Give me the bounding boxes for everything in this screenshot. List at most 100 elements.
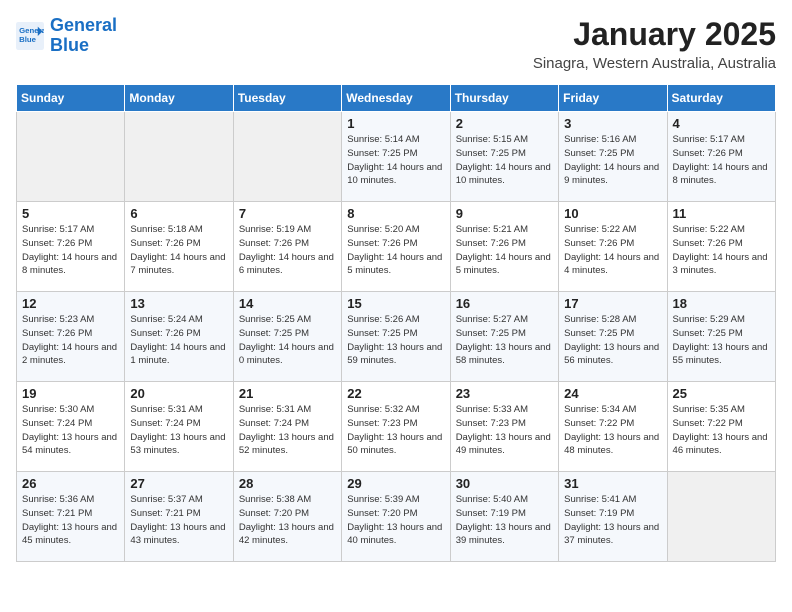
day-number: 2 — [456, 116, 553, 131]
day-info: Sunrise: 5:17 AMSunset: 7:26 PMDaylight:… — [673, 133, 770, 188]
logo: General Blue General Blue — [16, 16, 117, 56]
calendar-cell: 30 Sunrise: 5:40 AMSunset: 7:19 PMDayligh… — [450, 472, 558, 562]
day-number: 10 — [564, 206, 661, 221]
calendar-cell — [233, 112, 341, 202]
day-info: Sunrise: 5:26 AMSunset: 7:25 PMDaylight:… — [347, 313, 444, 368]
day-info: Sunrise: 5:21 AMSunset: 7:26 PMDaylight:… — [456, 223, 553, 278]
calendar-cell — [125, 112, 233, 202]
day-number: 26 — [22, 476, 119, 491]
title-section: January 2025 Sinagra, Western Australia,… — [533, 16, 776, 72]
day-info: Sunrise: 5:28 AMSunset: 7:25 PMDaylight:… — [564, 313, 661, 368]
calendar-cell: 28Sunrise: 5:38 AMSunset: 7:20 PMDayligh… — [233, 472, 341, 562]
day-info: Sunrise: 5:32 AMSunset: 7:23 PMDaylight:… — [347, 403, 444, 458]
calendar-cell: 9 Sunrise: 5:21 AMSunset: 7:26 PMDaylight… — [450, 202, 558, 292]
day-info: Sunrise: 5:25 AMSunset: 7:25 PMDaylight:… — [239, 313, 336, 368]
day-info: Sunrise: 5:27 AMSunset: 7:25 PMDaylight:… — [456, 313, 553, 368]
day-number: 15 — [347, 296, 444, 311]
weekday-header-row: SundayMondayTuesdayWednesdayThursdayFrid… — [17, 85, 776, 112]
day-number: 17 — [564, 296, 661, 311]
calendar-cell: 27Sunrise: 5:37 AMSunset: 7:21 PMDayligh… — [125, 472, 233, 562]
day-number: 13 — [130, 296, 227, 311]
calendar-cell: 3 Sunrise: 5:16 AMSunset: 7:25 PMDaylight… — [559, 112, 667, 202]
calendar-week-2: 5Sunrise: 5:17 AMSunset: 7:26 PMDaylight… — [17, 202, 776, 292]
calendar-cell: 8 Sunrise: 5:20 AMSunset: 7:26 PMDaylight… — [342, 202, 450, 292]
weekday-header-sunday: Sunday — [17, 85, 125, 112]
calendar-cell: 21 Sunrise: 5:31 AMSunset: 7:24 PMDayligh… — [233, 382, 341, 472]
day-info: Sunrise: 5:40 AMSunset: 7:19 PMDaylight:… — [456, 493, 553, 548]
calendar-cell: 4 Sunrise: 5:17 AMSunset: 7:26 PMDaylight… — [667, 112, 775, 202]
calendar-cell: 15 Sunrise: 5:26 AMSunset: 7:25 PMDayligh… — [342, 292, 450, 382]
day-number: 3 — [564, 116, 661, 131]
day-number: 30 — [456, 476, 553, 491]
calendar-table: SundayMondayTuesdayWednesdayThursdayFrid… — [16, 84, 776, 562]
day-number: 4 — [673, 116, 770, 131]
calendar-cell: 6Sunrise: 5:18 AMSunset: 7:26 PMDaylight… — [125, 202, 233, 292]
day-number: 21 — [239, 386, 336, 401]
calendar-cell: 31 Sunrise: 5:41 AMSunset: 7:19 PMDayligh… — [559, 472, 667, 562]
calendar-cell: 13 Sunrise: 5:24 AMSunset: 7:26 PMDayligh… — [125, 292, 233, 382]
page-header: General Blue General Blue January 2025 S… — [16, 16, 776, 72]
calendar-cell: 24Sunrise: 5:34 AMSunset: 7:22 PMDayligh… — [559, 382, 667, 472]
weekday-header-thursday: Thursday — [450, 85, 558, 112]
day-info: Sunrise: 5:23 AMSunset: 7:26 PMDaylight:… — [22, 313, 119, 368]
day-info: Sunrise: 5:17 AMSunset: 7:26 PMDaylight:… — [22, 223, 119, 278]
day-number: 6 — [130, 206, 227, 221]
calendar-cell: 22 Sunrise: 5:32 AMSunset: 7:23 PMDayligh… — [342, 382, 450, 472]
calendar-week-5: 26 Sunrise: 5:36 AMSunset: 7:21 PMDayligh… — [17, 472, 776, 562]
logo-icon: General Blue — [16, 22, 44, 50]
calendar-cell: 2Sunrise: 5:15 AMSunset: 7:25 PMDaylight… — [450, 112, 558, 202]
day-info: Sunrise: 5:35 AMSunset: 7:22 PMDaylight:… — [673, 403, 770, 458]
calendar-week-4: 19Sunrise: 5:30 AMSunset: 7:24 PMDayligh… — [17, 382, 776, 472]
weekday-header-wednesday: Wednesday — [342, 85, 450, 112]
day-info: Sunrise: 5:16 AMSunset: 7:25 PMDaylight:… — [564, 133, 661, 188]
weekday-header-tuesday: Tuesday — [233, 85, 341, 112]
calendar-cell: 19Sunrise: 5:30 AMSunset: 7:24 PMDayligh… — [17, 382, 125, 472]
day-number: 1 — [347, 116, 444, 131]
day-number: 20 — [130, 386, 227, 401]
day-number: 12 — [22, 296, 119, 311]
day-number: 31 — [564, 476, 661, 491]
month-title: January 2025 — [533, 16, 776, 53]
day-number: 27 — [130, 476, 227, 491]
day-info: Sunrise: 5:31 AMSunset: 7:24 PMDaylight:… — [130, 403, 227, 458]
calendar-cell: 17 Sunrise: 5:28 AMSunset: 7:25 PMDayligh… — [559, 292, 667, 382]
calendar-week-3: 12 Sunrise: 5:23 AMSunset: 7:26 PMDayligh… — [17, 292, 776, 382]
day-info: Sunrise: 5:31 AMSunset: 7:24 PMDaylight:… — [239, 403, 336, 458]
calendar-cell: 10 Sunrise: 5:22 AMSunset: 7:26 PMDayligh… — [559, 202, 667, 292]
calendar-cell: 14 Sunrise: 5:25 AMSunset: 7:25 PMDayligh… — [233, 292, 341, 382]
calendar-cell: 20 Sunrise: 5:31 AMSunset: 7:24 PMDayligh… — [125, 382, 233, 472]
day-info: Sunrise: 5:36 AMSunset: 7:21 PMDaylight:… — [22, 493, 119, 548]
day-number: 8 — [347, 206, 444, 221]
day-number: 22 — [347, 386, 444, 401]
day-number: 7 — [239, 206, 336, 221]
calendar-cell: 16Sunrise: 5:27 AMSunset: 7:25 PMDayligh… — [450, 292, 558, 382]
day-number: 28 — [239, 476, 336, 491]
day-number: 11 — [673, 206, 770, 221]
day-number: 14 — [239, 296, 336, 311]
calendar-cell: 18 Sunrise: 5:29 AMSunset: 7:25 PMDayligh… — [667, 292, 775, 382]
day-number: 9 — [456, 206, 553, 221]
calendar-cell: 12 Sunrise: 5:23 AMSunset: 7:26 PMDayligh… — [17, 292, 125, 382]
weekday-header-friday: Friday — [559, 85, 667, 112]
location-title: Sinagra, Western Australia, Australia — [533, 55, 776, 72]
day-info: Sunrise: 5:14 AMSunset: 7:25 PMDaylight:… — [347, 133, 444, 188]
calendar-cell: 5Sunrise: 5:17 AMSunset: 7:26 PMDaylight… — [17, 202, 125, 292]
day-number: 24 — [564, 386, 661, 401]
calendar-cell: 29Sunrise: 5:39 AMSunset: 7:20 PMDayligh… — [342, 472, 450, 562]
calendar-cell: 1 Sunrise: 5:14 AMSunset: 7:25 PMDaylight… — [342, 112, 450, 202]
day-number: 29 — [347, 476, 444, 491]
day-info: Sunrise: 5:22 AMSunset: 7:26 PMDaylight:… — [564, 223, 661, 278]
calendar-cell: 26 Sunrise: 5:36 AMSunset: 7:21 PMDayligh… — [17, 472, 125, 562]
logo-text: General Blue — [50, 16, 117, 56]
calendar-cell: 7Sunrise: 5:19 AMSunset: 7:26 PMDaylight… — [233, 202, 341, 292]
day-info: Sunrise: 5:24 AMSunset: 7:26 PMDaylight:… — [130, 313, 227, 368]
day-info: Sunrise: 5:33 AMSunset: 7:23 PMDaylight:… — [456, 403, 553, 458]
day-info: Sunrise: 5:41 AMSunset: 7:19 PMDaylight:… — [564, 493, 661, 548]
day-number: 23 — [456, 386, 553, 401]
day-number: 18 — [673, 296, 770, 311]
calendar-week-1: 1 Sunrise: 5:14 AMSunset: 7:25 PMDaylight… — [17, 112, 776, 202]
weekday-header-saturday: Saturday — [667, 85, 775, 112]
day-info: Sunrise: 5:20 AMSunset: 7:26 PMDaylight:… — [347, 223, 444, 278]
day-number: 19 — [22, 386, 119, 401]
day-info: Sunrise: 5:29 AMSunset: 7:25 PMDaylight:… — [673, 313, 770, 368]
